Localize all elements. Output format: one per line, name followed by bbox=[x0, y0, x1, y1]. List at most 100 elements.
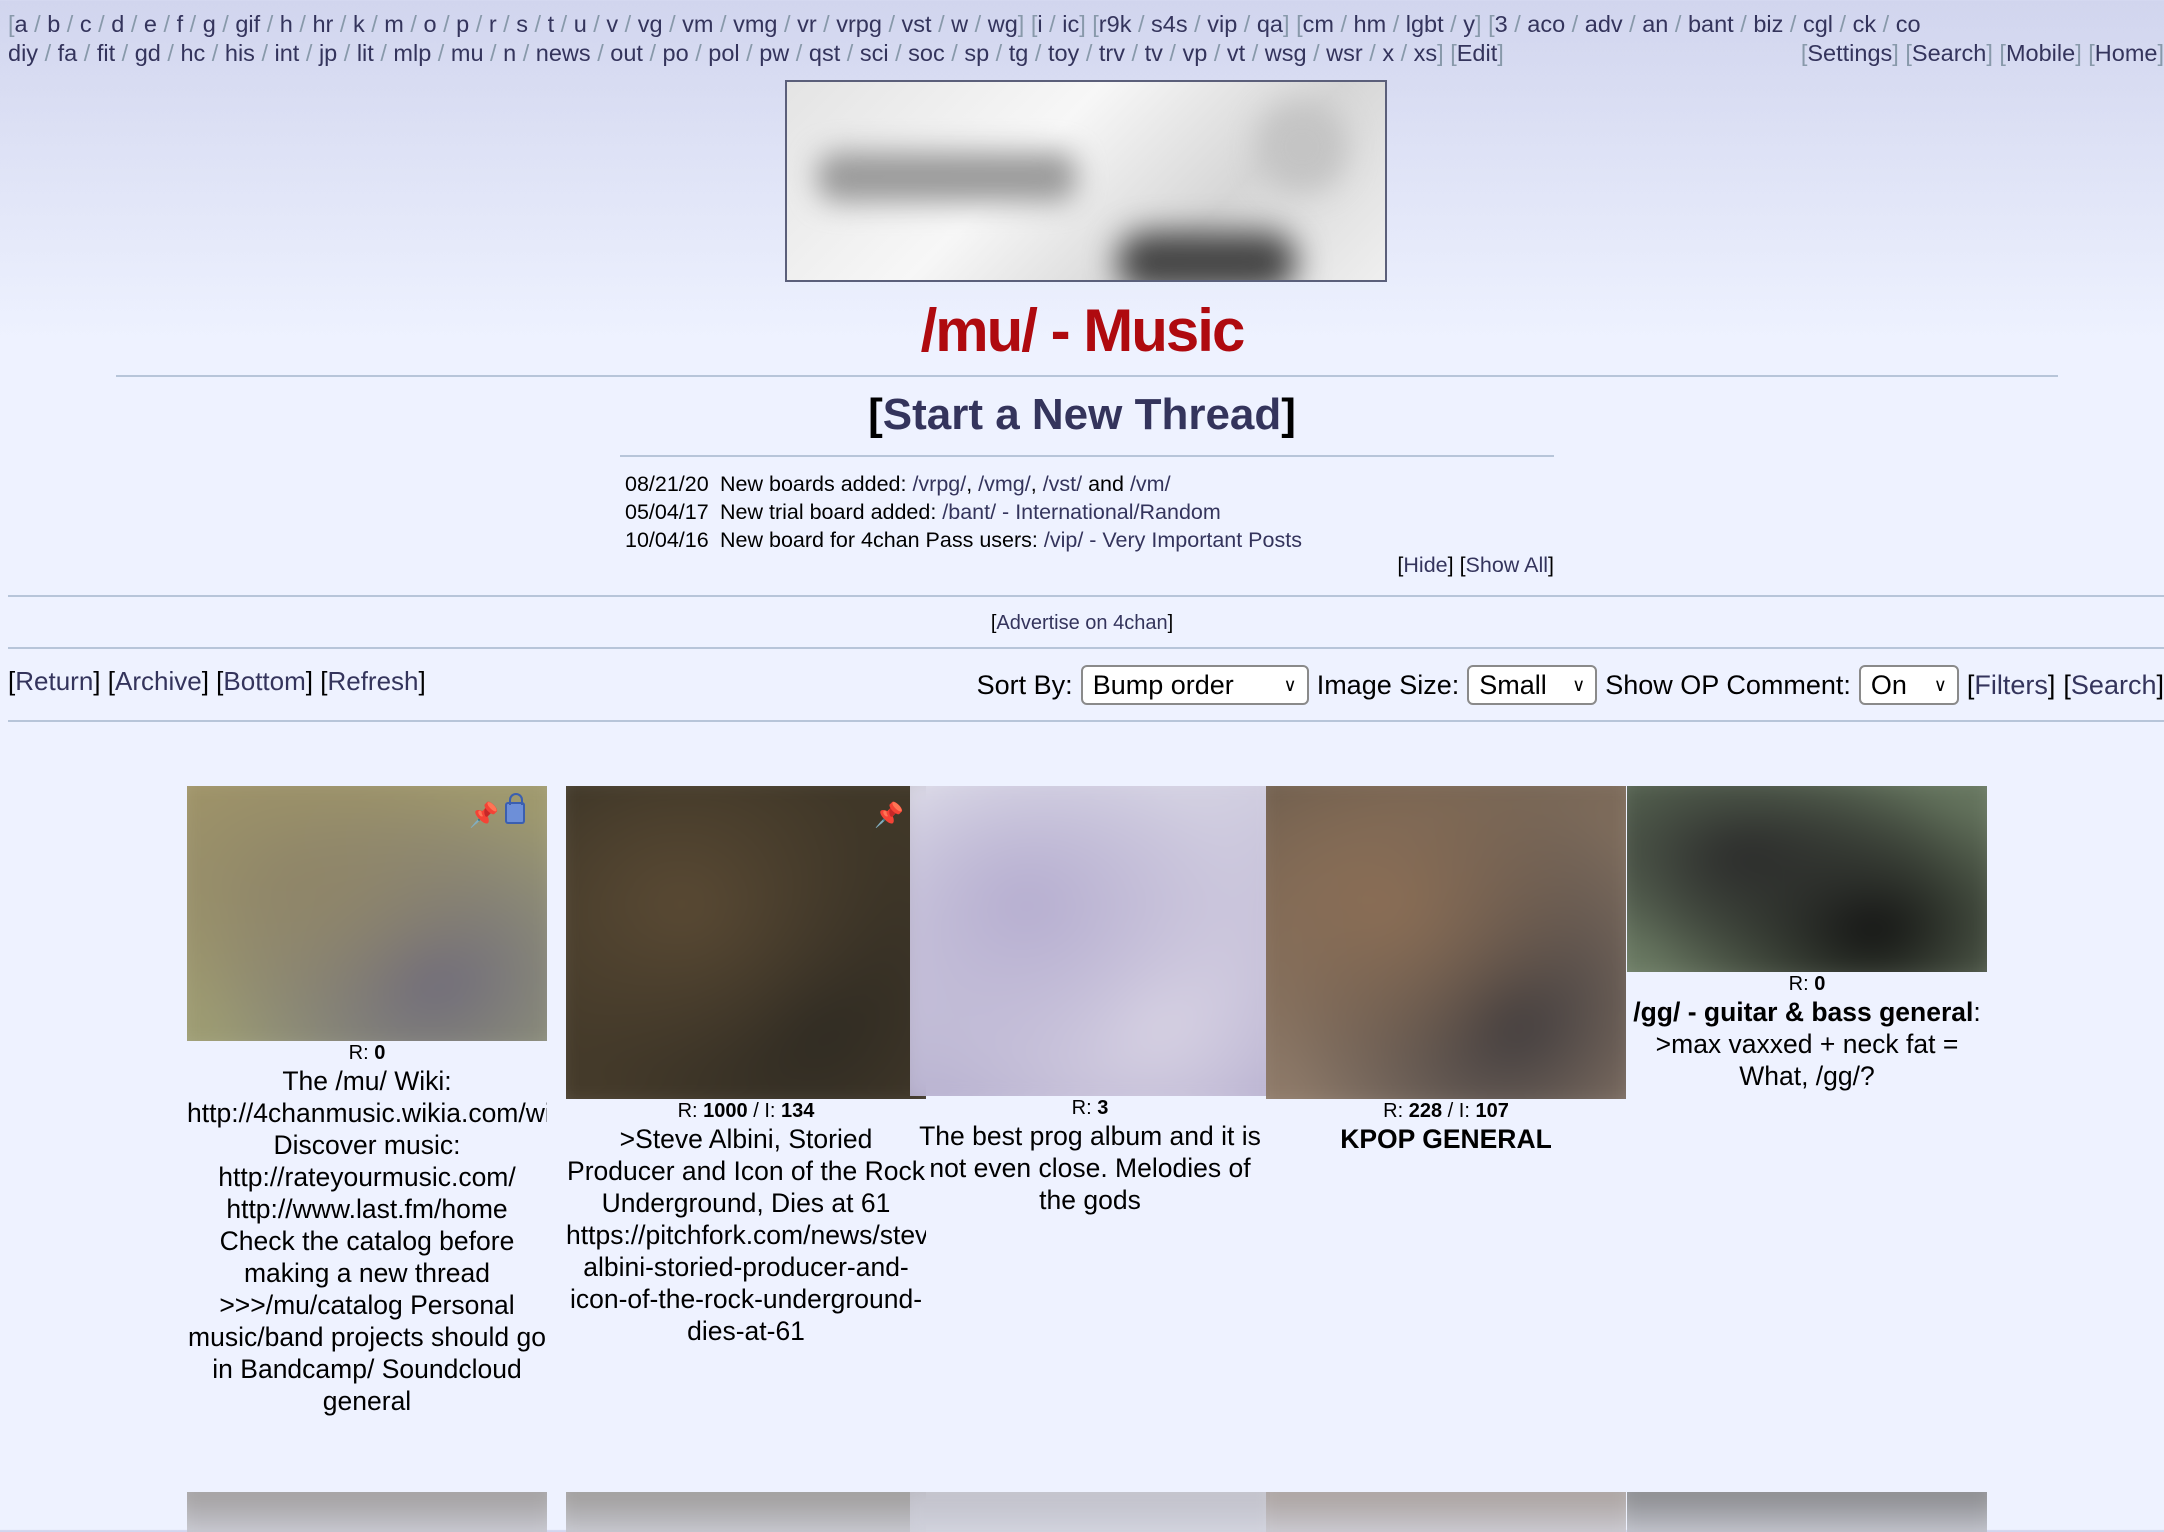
catalog-thread[interactable]: R: 3 The best prog album and it is not ev… bbox=[910, 786, 1270, 1216]
board-link-lit[interactable]: lit bbox=[357, 40, 374, 66]
catalog-thread[interactable]: 📌 R: 0 The /mu/ Wiki: http://4chanmusic.wi… bbox=[187, 786, 547, 1417]
board-link-ck[interactable]: ck bbox=[1853, 11, 1877, 37]
catalog-thread[interactable]: R: 0/gg/ - guitar & bass general: >max v… bbox=[1627, 786, 1987, 1092]
board-link-fit[interactable]: fit bbox=[97, 40, 115, 66]
board-link-vip[interactable]: vip bbox=[1207, 11, 1237, 37]
board-link-qst[interactable]: qst bbox=[809, 40, 840, 66]
board-link-a[interactable]: a bbox=[15, 11, 28, 37]
board-link-s4s[interactable]: s4s bbox=[1151, 11, 1188, 37]
board-link-v[interactable]: v bbox=[606, 11, 618, 37]
board-link-sci[interactable]: sci bbox=[860, 40, 889, 66]
board-link-b[interactable]: b bbox=[47, 11, 60, 37]
board-link-lgbt[interactable]: lgbt bbox=[1406, 11, 1444, 37]
board-link-wg[interactable]: wg bbox=[988, 11, 1018, 37]
board-link-soc[interactable]: soc bbox=[908, 40, 945, 66]
edit-boards-link[interactable]: Edit bbox=[1457, 40, 1498, 66]
search-link[interactable]: Search bbox=[1912, 40, 1986, 66]
board-link-vp[interactable]: vp bbox=[1182, 40, 1207, 66]
board-link-ic[interactable]: ic bbox=[1062, 11, 1079, 37]
board-link-hr[interactable]: hr bbox=[312, 11, 333, 37]
board-link-pw[interactable]: pw bbox=[759, 40, 789, 66]
catalog-thread[interactable]: R: 228 / I: 107 KPOP GENERAL bbox=[1266, 786, 1626, 1155]
thread-thumbnail[interactable]: 📌 bbox=[566, 786, 926, 1099]
board-link-wsr[interactable]: wsr bbox=[1326, 40, 1363, 66]
board-link-gd[interactable]: gd bbox=[135, 40, 161, 66]
board-link-vm[interactable]: vm bbox=[682, 11, 713, 37]
board-link-pol[interactable]: pol bbox=[708, 40, 739, 66]
catalog-thread-partial[interactable] bbox=[187, 1492, 547, 1532]
catalog-thread-partial[interactable] bbox=[1266, 1492, 1626, 1532]
bottom-link[interactable]: Bottom bbox=[223, 666, 305, 696]
board-link-e[interactable]: e bbox=[144, 11, 157, 37]
thread-thumbnail[interactable]: 📌 bbox=[187, 786, 547, 1041]
advertise-link[interactable]: Advertise on 4chan bbox=[996, 612, 1167, 634]
news-link[interactable]: /vm/ bbox=[1130, 472, 1171, 496]
board-link-toy[interactable]: toy bbox=[1048, 40, 1079, 66]
board-link-r[interactable]: r bbox=[489, 11, 497, 37]
news-link[interactable]: /vmg/ bbox=[978, 472, 1031, 496]
thread-thumbnail[interactable] bbox=[910, 786, 1270, 1096]
board-link-sp[interactable]: sp bbox=[964, 40, 989, 66]
board-link-aco[interactable]: aco bbox=[1527, 11, 1565, 37]
board-link-gif[interactable]: gif bbox=[235, 11, 260, 37]
settings-link[interactable]: Settings bbox=[1807, 40, 1892, 66]
home-link[interactable]: Home bbox=[2095, 40, 2158, 66]
board-link-vst[interactable]: vst bbox=[902, 11, 932, 37]
board-link-fa[interactable]: fa bbox=[58, 40, 78, 66]
board-link-r9k[interactable]: r9k bbox=[1099, 11, 1132, 37]
board-link-cgl[interactable]: cgl bbox=[1803, 11, 1833, 37]
thread-thumbnail[interactable] bbox=[1627, 786, 1987, 972]
board-link-x[interactable]: x bbox=[1382, 40, 1394, 66]
sort-select[interactable]: Bump order ∨ bbox=[1080, 665, 1309, 705]
board-link-u[interactable]: u bbox=[574, 11, 587, 37]
board-link-s[interactable]: s bbox=[516, 11, 528, 37]
board-banner[interactable] bbox=[785, 80, 1387, 282]
board-link-wsg[interactable]: wsg bbox=[1265, 40, 1307, 66]
news-link[interactable]: /vip/ - Very Important Posts bbox=[1044, 528, 1302, 552]
board-link-xs[interactable]: xs bbox=[1414, 40, 1438, 66]
return-link[interactable]: Return bbox=[15, 666, 93, 696]
catalog-thread-partial[interactable] bbox=[910, 1492, 1270, 1532]
news-link[interactable]: /vst/ bbox=[1043, 472, 1082, 496]
hide-news-link[interactable]: Hide bbox=[1403, 553, 1447, 577]
board-link-mu[interactable]: mu bbox=[451, 40, 484, 66]
board-link-mlp[interactable]: mlp bbox=[393, 40, 431, 66]
board-link-g[interactable]: g bbox=[203, 11, 216, 37]
board-link-trv[interactable]: trv bbox=[1099, 40, 1125, 66]
show-all-news-link[interactable]: Show All bbox=[1466, 553, 1548, 577]
start-thread-button[interactable]: [Start a New Thread] bbox=[0, 390, 2164, 440]
board-link-d[interactable]: d bbox=[111, 11, 124, 37]
board-link-o[interactable]: o bbox=[423, 11, 436, 37]
board-link-vmg[interactable]: vmg bbox=[733, 11, 777, 37]
start-thread-link[interactable]: Start a New Thread bbox=[883, 390, 1282, 439]
board-link-biz[interactable]: biz bbox=[1753, 11, 1783, 37]
board-link-adv[interactable]: adv bbox=[1585, 11, 1623, 37]
catalog-thread-partial[interactable] bbox=[1627, 1492, 1987, 1532]
filters-link[interactable]: Filters bbox=[1974, 670, 2048, 700]
board-link-c[interactable]: c bbox=[80, 11, 92, 37]
board-link-vrpg[interactable]: vrpg bbox=[836, 11, 882, 37]
board-link-tv[interactable]: tv bbox=[1145, 40, 1163, 66]
catalog-thread[interactable]: 📌 R: 1000 / I: 134 >Steve Albini, Storied … bbox=[566, 786, 926, 1347]
board-link-m[interactable]: m bbox=[384, 11, 404, 37]
board-link-p[interactable]: p bbox=[456, 11, 469, 37]
board-link-out[interactable]: out bbox=[610, 40, 643, 66]
board-link-an[interactable]: an bbox=[1642, 11, 1668, 37]
news-link[interactable]: /bant/ - International/Random bbox=[942, 500, 1220, 524]
board-link-bant[interactable]: bant bbox=[1688, 11, 1734, 37]
board-link-qa[interactable]: qa bbox=[1257, 11, 1283, 37]
board-link-h[interactable]: h bbox=[280, 11, 293, 37]
thread-thumbnail[interactable] bbox=[1266, 786, 1626, 1099]
catalog-thread-partial[interactable] bbox=[566, 1492, 926, 1532]
board-link-cm[interactable]: cm bbox=[1303, 11, 1334, 37]
op-comment-select[interactable]: On ∨ bbox=[1858, 665, 1959, 705]
board-link-n[interactable]: n bbox=[503, 40, 516, 66]
search-link[interactable]: Search bbox=[2071, 670, 2157, 700]
mobile-link[interactable]: Mobile bbox=[2006, 40, 2075, 66]
refresh-link[interactable]: Refresh bbox=[327, 666, 418, 696]
board-link-3[interactable]: 3 bbox=[1495, 11, 1508, 37]
board-link-po[interactable]: po bbox=[663, 40, 689, 66]
board-link-vg[interactable]: vg bbox=[638, 11, 663, 37]
news-link[interactable]: /vrpg/ bbox=[912, 472, 966, 496]
board-link-hm[interactable]: hm bbox=[1354, 11, 1387, 37]
